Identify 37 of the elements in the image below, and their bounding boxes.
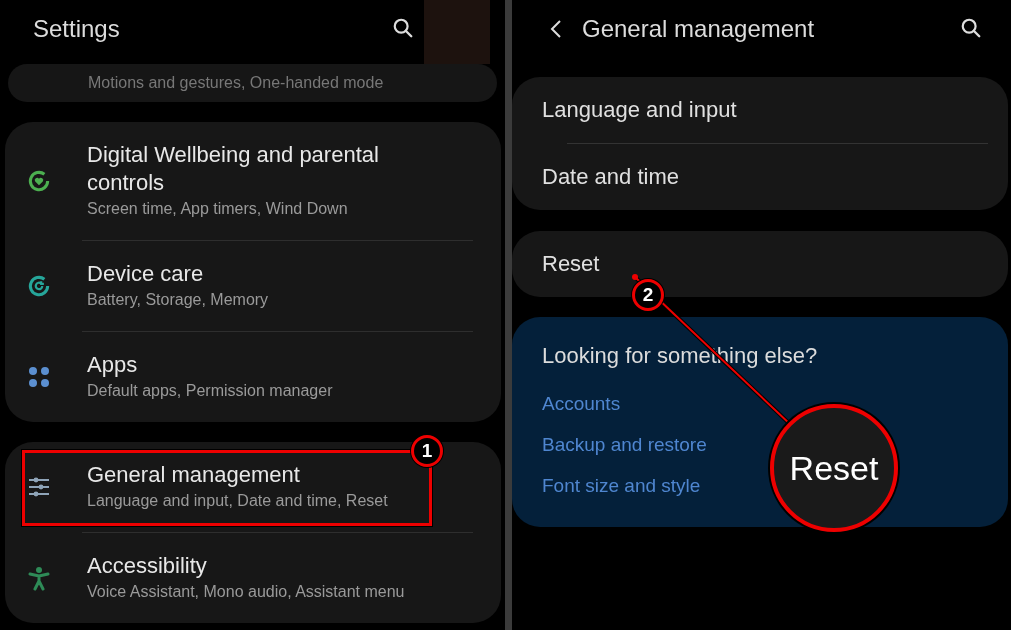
screen-title: General management	[582, 15, 815, 43]
back-icon[interactable]	[550, 19, 562, 39]
search-icon[interactable]	[392, 17, 414, 39]
item-subtitle: Motions and gestures, One-handed mode	[88, 74, 384, 92]
settings-card[interactable]: Motions and gestures, One-handed mode	[8, 64, 497, 102]
search-icon[interactable]	[960, 17, 982, 39]
step-number: 1	[411, 435, 443, 467]
item-subtitle: Language and input, Date and time, Reset	[87, 491, 388, 511]
sliders-icon	[26, 475, 52, 499]
apps-grid-icon	[27, 365, 51, 389]
item-title: Device care	[87, 260, 205, 288]
settings-item[interactable]: Apps Default apps, Permission manager	[5, 332, 333, 422]
item-subtitle: Screen time, App timers, Wind Down	[87, 199, 349, 219]
item-title: Accessibility	[87, 552, 208, 580]
settings-item[interactable]: Language and input	[542, 77, 749, 143]
item-title: Digital Wellbeing and parental controls	[87, 141, 380, 197]
settings-item[interactable]: Date and time	[542, 144, 691, 210]
accessibility-icon	[27, 565, 51, 591]
suggestion-link[interactable]: Font size and style	[542, 475, 701, 497]
item-subtitle: Voice Assistant, Mono audio, Assistant menu	[87, 582, 405, 602]
settings-item[interactable]: Reset	[542, 231, 612, 297]
screen-title: Settings	[33, 15, 120, 43]
item-subtitle: Default apps, Permission manager	[87, 381, 333, 401]
settings-item[interactable]: Accessibility Voice Assistant, Mono audio, Assistant menu	[5, 533, 405, 623]
magnified-label: Reset	[789, 448, 879, 488]
settings-item[interactable]: Digital Wellbeing and parental controls Screen time, App timers, Wind Down	[5, 122, 427, 240]
suggestion-link[interactable]: Accounts	[542, 393, 621, 415]
settings-item[interactable]: General management Language and input, Date and time, Reset	[5, 442, 388, 532]
item-title: Apps	[87, 351, 139, 379]
suggestion-link[interactable]: Backup and restore	[542, 434, 707, 456]
item-subtitle: Battery, Storage, Memory	[87, 290, 269, 310]
photo-placeholder	[424, 0, 490, 64]
refresh-ring-icon	[26, 273, 52, 299]
item-title: General management	[87, 461, 301, 489]
step-number: 2	[632, 279, 664, 311]
settings-item[interactable]: Device care Battery, Storage, Memory	[5, 241, 269, 331]
heart-ring-icon	[26, 168, 52, 194]
